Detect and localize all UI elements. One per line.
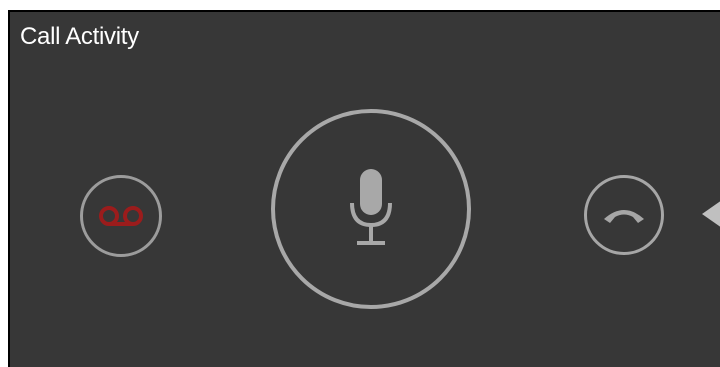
call-activity-panel: Call Activity: [8, 10, 720, 367]
hang-up-button[interactable]: [584, 175, 664, 255]
voicemail-button[interactable]: [80, 175, 162, 257]
panel-title: Call Activity: [20, 23, 139, 50]
chevron-left-icon[interactable]: [702, 200, 720, 228]
microphone-icon: [350, 169, 392, 245]
voicemail-icon: [99, 206, 143, 226]
hang-up-icon: [604, 210, 644, 223]
mute-microphone-button[interactable]: [271, 109, 471, 309]
